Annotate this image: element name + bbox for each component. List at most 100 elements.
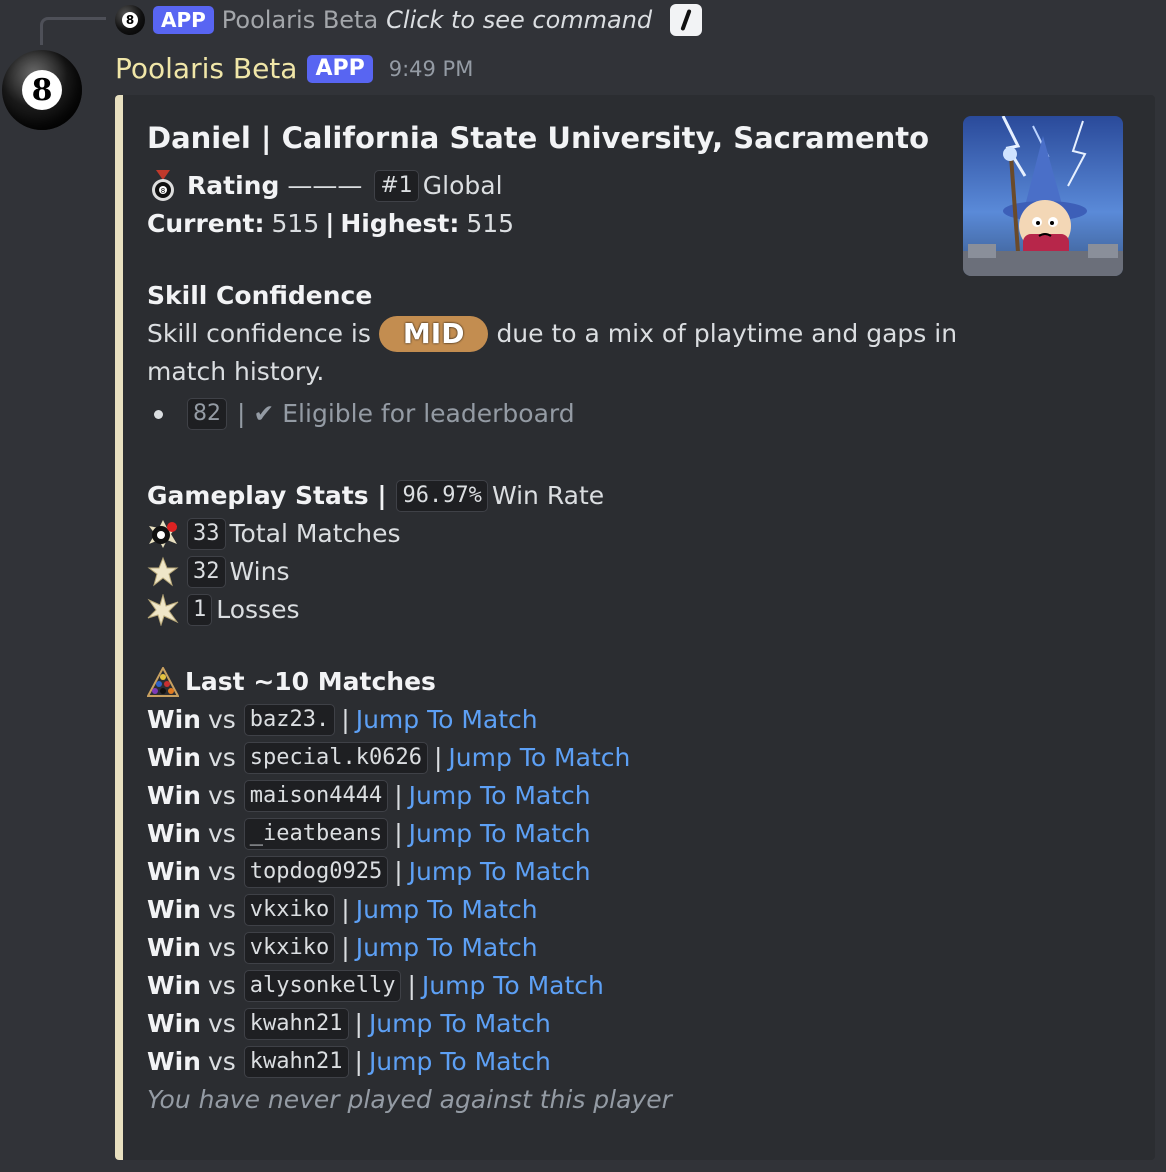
match-vs: vs (207, 781, 236, 810)
highest-label: Highest: (340, 209, 460, 238)
match-vs: vs (207, 1009, 236, 1038)
matches-heading-line: Last ~10 Matches (147, 663, 925, 701)
opponent-name: _ieatbeans (243, 818, 389, 850)
match-separator: | (354, 1009, 363, 1038)
opponent-name: kwahn21 (243, 1008, 349, 1040)
rank-scope: Global (422, 171, 503, 200)
match-row: Win vs vkxiko | Jump To Match (147, 891, 925, 929)
losses-label: Losses (216, 595, 300, 624)
current-value: 515 (271, 209, 320, 238)
wins-line: 32 Wins (147, 553, 925, 591)
match-separator: | (433, 743, 443, 772)
opponent-name: special.k0626 (243, 742, 428, 774)
matches-footer: You have never played against this playe… (147, 1085, 672, 1114)
stats-heading: Gameplay Stats | (147, 481, 387, 510)
embed-card: Daniel | California State University, Sa… (115, 95, 1155, 1160)
highest-value: 515 (466, 209, 515, 238)
bullet-dot (154, 409, 163, 419)
message-timestamp: 9:49 PM (388, 56, 474, 81)
opponent-name: alysonkelly (243, 970, 402, 1002)
match-result: Win (147, 819, 201, 848)
skill-level-pill: MID (378, 316, 489, 352)
rating-separator: | (325, 209, 335, 238)
embed-body: Daniel | California State University, Sa… (147, 115, 957, 1119)
match-vs: vs (207, 743, 236, 772)
match-separator: | (341, 895, 350, 924)
rating-line: 8 Rating ——— #1 Global (147, 167, 925, 205)
skill-bullet: 82 | ✔ Eligible for leaderboard (147, 395, 925, 433)
total-matches-line: 33 Total Matches (147, 515, 925, 553)
pool-ball-icon (147, 518, 179, 550)
rating-values: Current: 515 | Highest: 515 (147, 205, 925, 243)
embed-thumbnail[interactable] (963, 116, 1123, 276)
author-name[interactable]: Poolaris Beta (115, 52, 297, 85)
match-vs: vs (207, 857, 236, 886)
jump-to-match-link[interactable]: Jump To Match (356, 891, 538, 929)
match-list: Win vs baz23. | Jump To Match Win vs special.k0… (147, 701, 925, 1081)
rating-dash: ——— (287, 171, 363, 200)
opponent-name: baz23. (243, 704, 336, 736)
rating-label: Rating (187, 171, 280, 200)
match-row: Win vs _ieatbeans | Jump To Match (147, 815, 925, 853)
skill-text-line2: match history. (147, 357, 325, 386)
reply-reference[interactable]: 8 APP Poolaris Beta Click to see command (115, 2, 703, 38)
jump-to-match-link[interactable]: Jump To Match (409, 853, 591, 891)
jump-to-match-link[interactable]: Jump To Match (409, 777, 591, 815)
skill-count: 82 (187, 398, 227, 430)
match-result: Win (147, 1047, 201, 1076)
skill-text-before: Skill confidence is (147, 319, 371, 348)
app-badge: APP (153, 6, 214, 34)
match-result: Win (147, 1009, 201, 1038)
jump-to-match-link[interactable]: Jump To Match (356, 929, 538, 967)
opponent-name: kwahn21 (243, 1046, 349, 1078)
app-badge: APP (307, 54, 373, 83)
rack-icon (147, 666, 179, 698)
match-separator: | (394, 781, 403, 810)
losses-value: 1 (187, 594, 213, 626)
match-row: Win vs topdog0925 | Jump To Match (147, 853, 925, 891)
match-row: Win vs maison4444 | Jump To Match (147, 777, 925, 815)
match-row: Win vs baz23. | Jump To Match (147, 701, 925, 739)
svg-text:8: 8 (161, 187, 165, 195)
skill-text: Skill confidence is MID due to a mix of … (147, 315, 957, 353)
jump-to-match-link[interactable]: Jump To Match (356, 701, 538, 739)
match-row: Win vs kwahn21 | Jump To Match (147, 1043, 925, 1081)
embed-title: Daniel | California State University, Sa… (147, 121, 930, 155)
match-row: Win vs vkxiko | Jump To Match (147, 929, 925, 967)
bot-avatar[interactable]: 8 (2, 50, 82, 130)
match-row: Win vs special.k0626 | Jump To Match (147, 739, 925, 777)
match-result: Win (147, 971, 201, 1000)
jump-to-match-link[interactable]: Jump To Match (422, 967, 604, 1005)
match-separator: | (354, 1047, 363, 1076)
jump-to-match-link[interactable]: Jump To Match (448, 739, 630, 777)
wins-label: Wins (229, 557, 290, 586)
rank-badge: #1 (374, 170, 419, 202)
opponent-name: topdog0925 (243, 856, 389, 888)
8-ball-icon: 8 (115, 5, 145, 35)
jump-to-match-link[interactable]: Jump To Match (409, 815, 591, 853)
star-icon (147, 556, 179, 588)
match-vs: vs (207, 819, 236, 848)
match-separator: | (341, 933, 350, 962)
match-result: Win (147, 857, 201, 886)
burst-star-icon (147, 594, 179, 626)
match-separator: | (394, 857, 403, 886)
match-vs: vs (207, 895, 236, 924)
match-vs: vs (207, 1047, 236, 1076)
losses-line: 1 Losses (147, 591, 925, 629)
win-rate-label: Win Rate (491, 481, 605, 510)
jump-to-match-link[interactable]: Jump To Match (369, 1043, 551, 1081)
jump-to-match-link[interactable]: Jump To Match (369, 1005, 551, 1043)
win-rate-value: 96.97% (396, 480, 488, 512)
opponent-name: vkxiko (243, 894, 336, 926)
skill-heading: Skill Confidence (147, 281, 373, 310)
match-row: Win vs kwahn21 | Jump To Match (147, 1005, 925, 1043)
match-separator: | (394, 819, 403, 848)
medal-icon: 8 (147, 170, 179, 202)
reply-command-text[interactable]: Click to see command (386, 6, 652, 34)
matches-heading: Last ~10 Matches (185, 667, 436, 696)
match-vs: vs (207, 705, 236, 734)
match-result: Win (147, 895, 201, 924)
reply-bot-name[interactable]: Poolaris Beta (222, 6, 378, 34)
match-vs: vs (207, 933, 236, 962)
